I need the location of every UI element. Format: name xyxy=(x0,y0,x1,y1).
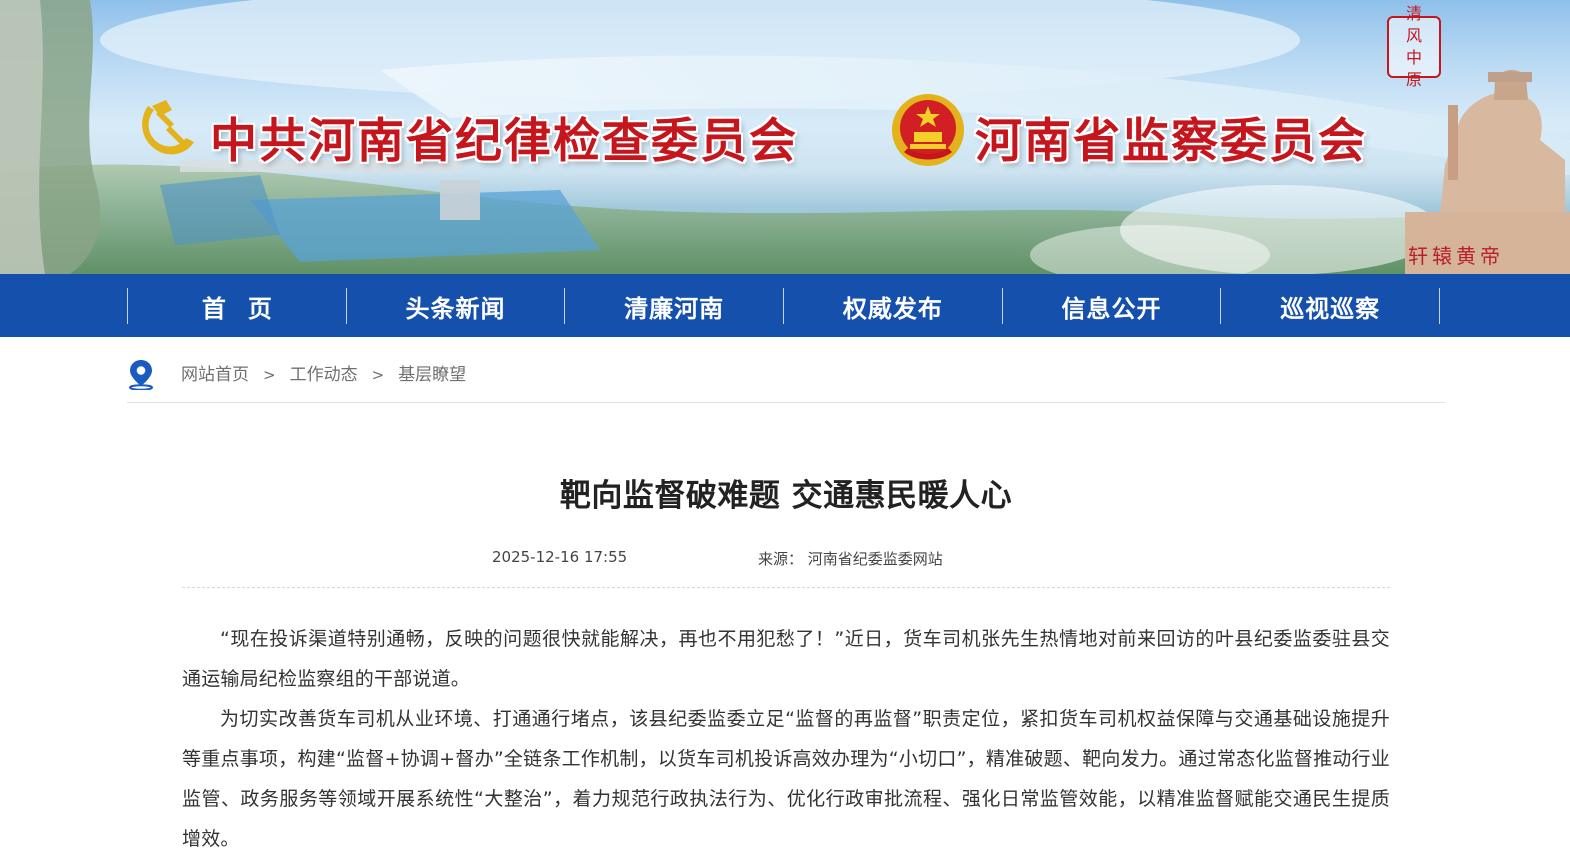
left-site-title: 中共河南省纪律检查委员会 xyxy=(210,114,798,169)
nav-item-home[interactable]: 首页 xyxy=(127,288,346,324)
article-paragraph: “现在投诉渠道特别通畅，反映的问题很快就能解决，再也不用犯愁了！”近日，货车司机… xyxy=(182,628,1390,690)
statue-caption: 轩辕黄帝 xyxy=(1408,244,1504,268)
seal-char: 中 xyxy=(1405,48,1422,67)
article-source: 来源： 河南省纪委监委网站 xyxy=(758,550,943,568)
location-pin-icon xyxy=(129,360,153,390)
article-meta: 2025-12-16 17:55 来源： 河南省纪委监委网站 xyxy=(182,546,1390,588)
breadcrumb: 网站首页 > 工作动态 > 基层瞭望 xyxy=(127,356,1445,403)
nav-item-official-release[interactable]: 权威发布 xyxy=(783,288,1002,324)
nav-bar: 首页 头条新闻 清廉河南 权威发布 信息公开 巡视巡察 xyxy=(127,288,1441,324)
article-paragraph: 为切实改善货车司机从业环境、打通通行堵点，该县纪委监委立足“监督的再监督”职责定… xyxy=(182,708,1390,850)
seal-char: 原 xyxy=(1405,70,1422,89)
article-title: 靶向监督破难题 交通惠民暖人心 xyxy=(559,478,1013,514)
nav-item-clean-henan[interactable]: 清廉河南 xyxy=(564,288,783,324)
article-body: “现在投诉渠道特别通畅，反映的问题很快就能解决，再也不用犯愁了！”近日，货车司机… xyxy=(182,619,1390,854)
breadcrumb-work-news-link[interactable]: 工作动态 xyxy=(290,356,358,394)
breadcrumb-home-link[interactable]: 网站首页 xyxy=(181,356,249,394)
party-emblem-icon xyxy=(142,100,194,155)
breadcrumb-separator: > xyxy=(371,366,385,384)
nav-item-headlines[interactable]: 头条新闻 xyxy=(345,288,565,324)
breadcrumb-grassroots-link[interactable]: 基层瞭望 xyxy=(398,356,466,394)
nav-item-info-disclosure[interactable]: 信息公开 xyxy=(1001,288,1221,324)
seal-char: 风 xyxy=(1405,26,1422,45)
right-site-title: 河南省监察委员会 xyxy=(975,114,1367,169)
breadcrumb-separator: > xyxy=(263,366,276,384)
seal-char: 清 xyxy=(1405,4,1422,23)
seal-stamp-logo: 清 风 中 原 xyxy=(1387,4,1441,89)
publish-date: 2025-12-16 17:55 xyxy=(492,548,628,566)
national-emblem-icon xyxy=(892,94,964,166)
header-banner: 中共河南省纪律检查委员会 河南省监察委员会 清 风 中 原 轩辕黄帝 xyxy=(0,0,1570,274)
main-navigation: 首页 头条新闻 清廉河南 权威发布 信息公开 巡视巡察 xyxy=(0,274,1570,337)
nav-item-inspection[interactable]: 巡视巡察 xyxy=(1220,288,1441,324)
